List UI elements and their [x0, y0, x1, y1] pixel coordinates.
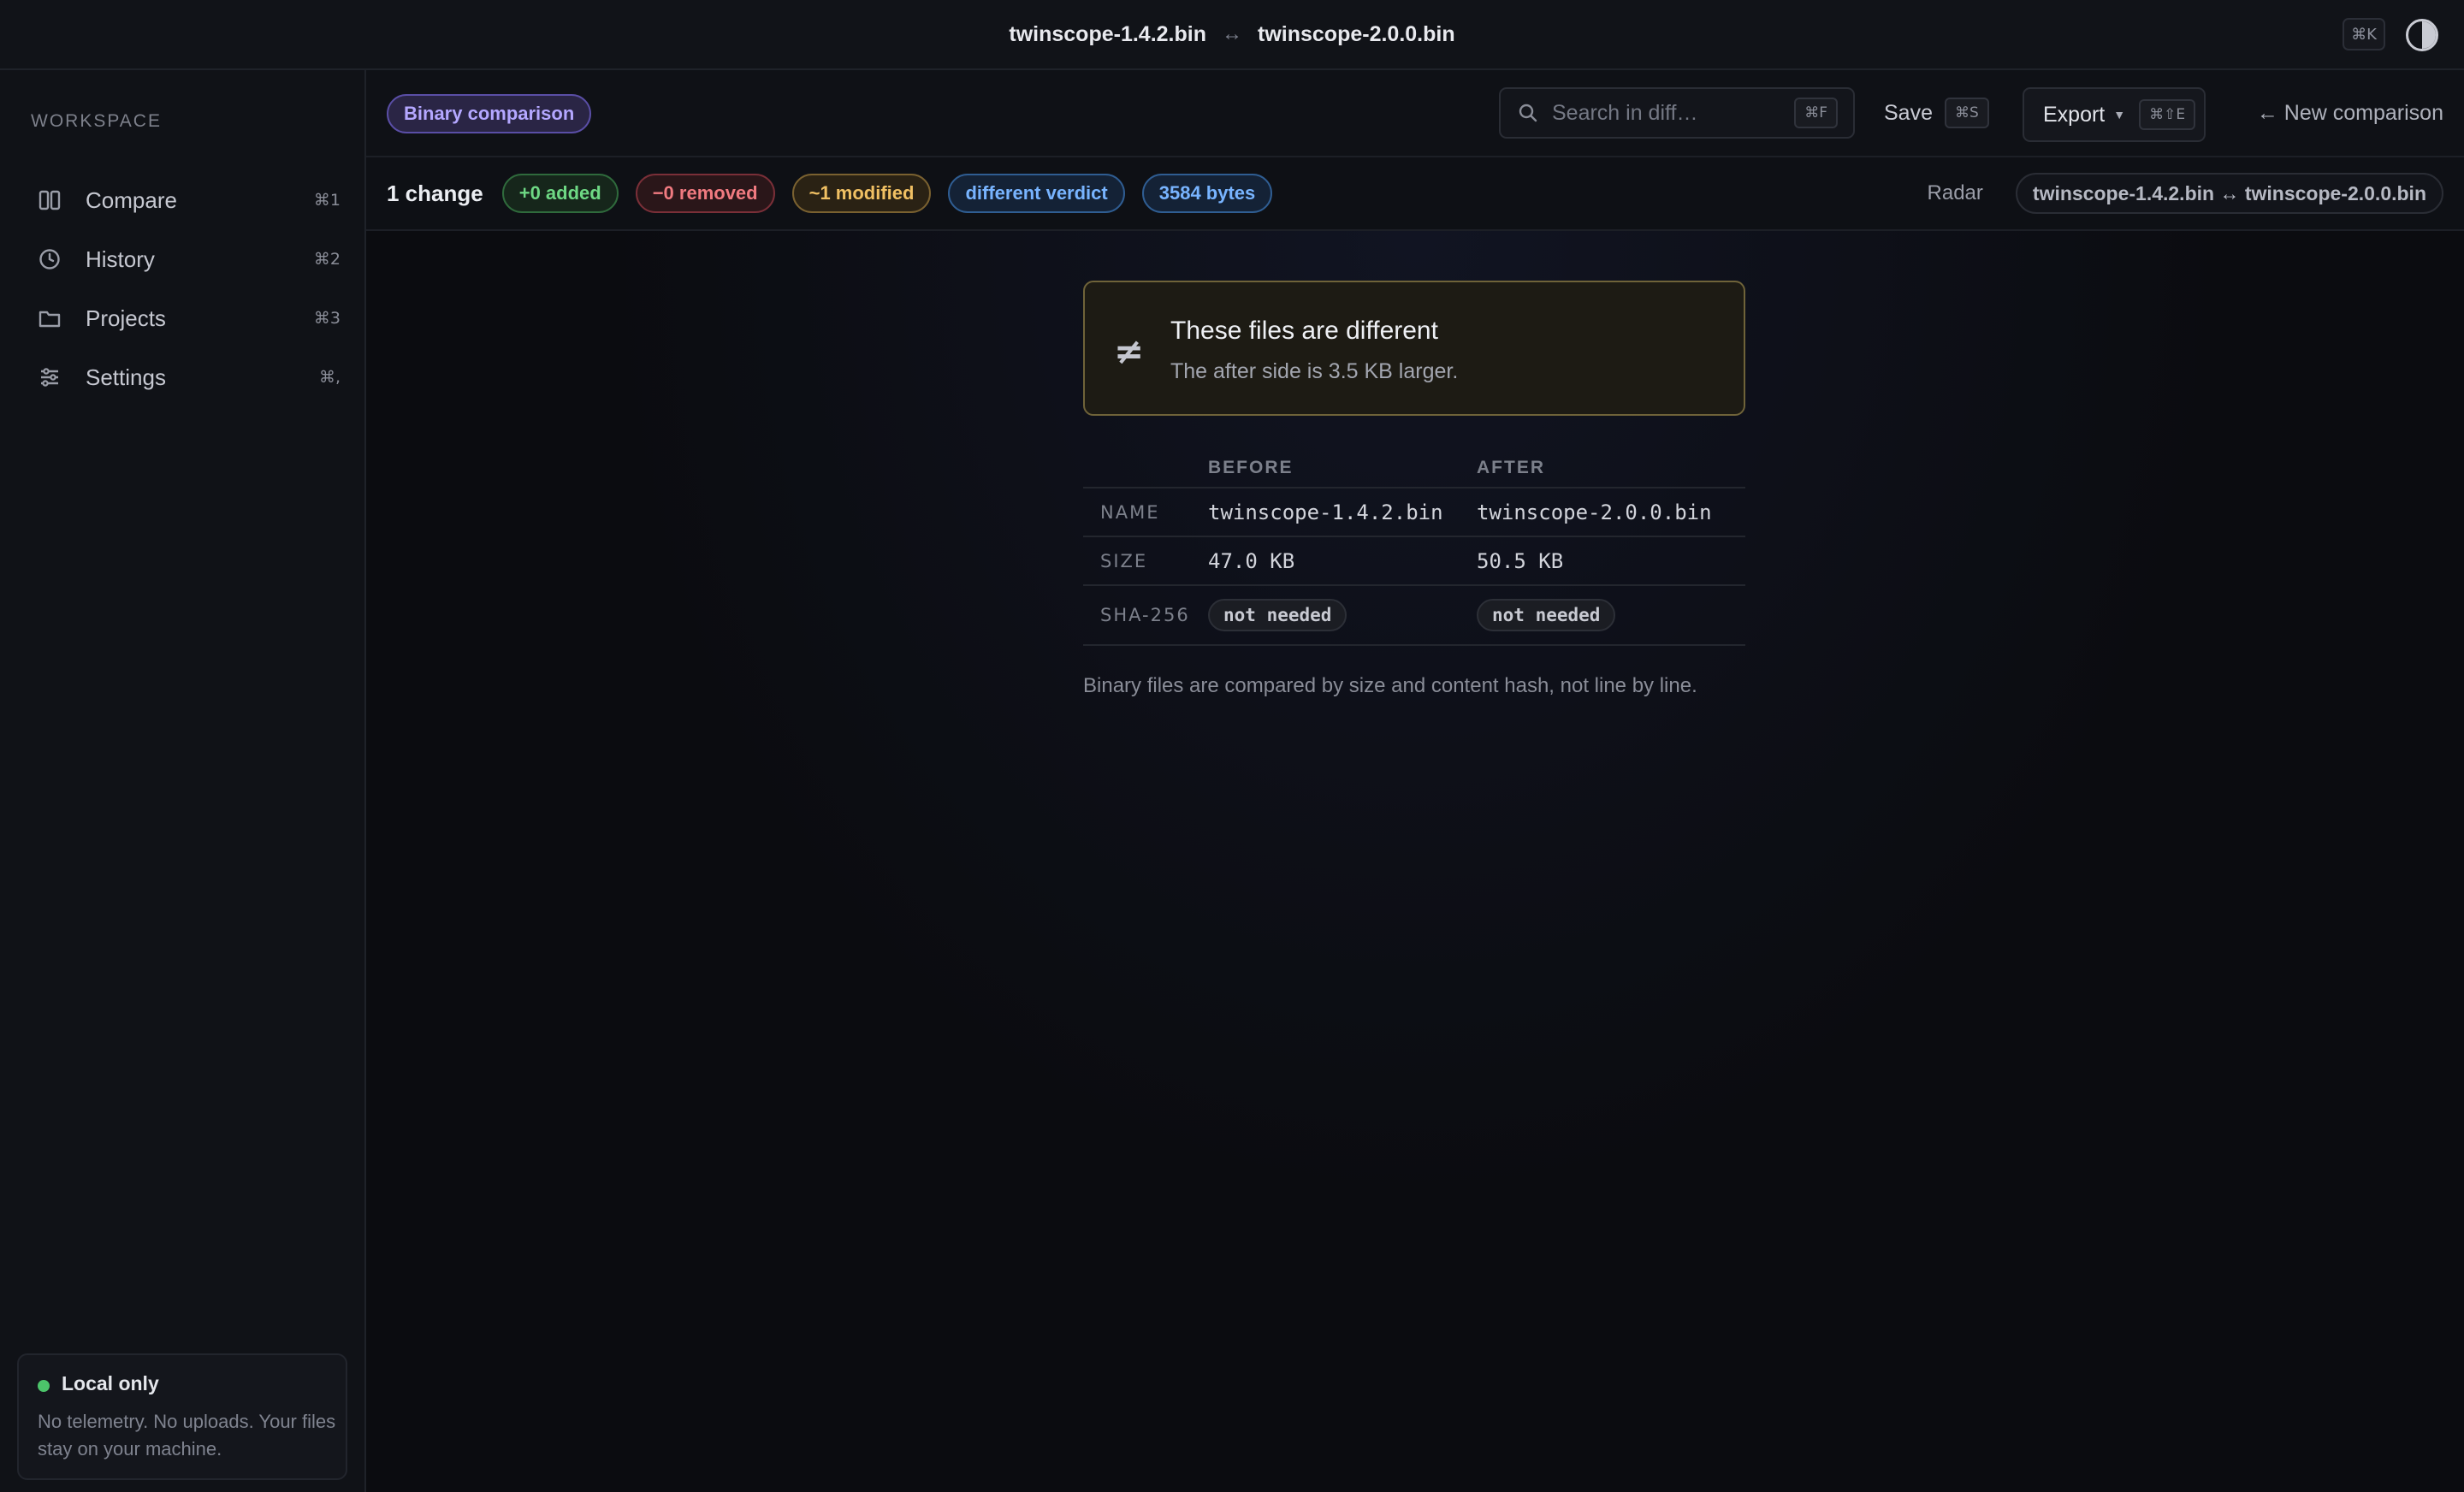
shortcut-hint: ⌘, [318, 368, 341, 387]
before-sha-tag: not needed [1208, 599, 1348, 631]
new-comparison-button[interactable]: ← New comparison [2257, 87, 2443, 139]
export-label: Export [2043, 102, 2106, 127]
shortcut-hint: ⌘S [1944, 98, 1989, 128]
table-row: SIZE 47.0 KB 50.5 KB [1083, 536, 1745, 586]
comparison-mode-badge: Binary comparison [387, 94, 592, 133]
after-sha-cell: not needed [1477, 585, 1745, 646]
folder-icon [33, 306, 67, 330]
after-header: AFTER [1477, 448, 1745, 488]
before-file-title: twinscope-1.4.2.bin [1009, 21, 1206, 46]
table-header-row: BEFORE AFTER [1083, 448, 1745, 488]
added-badge: +0 added [501, 174, 619, 213]
privacy-card-text: No telemetry. No uploads. Your files sta… [38, 1411, 336, 1459]
shortcut-hint: ⌘F [1794, 98, 1838, 128]
sidebar-item-label: Compare [86, 186, 177, 213]
shortcut-hint: ⌘⇧E [2139, 99, 2196, 130]
save-label: Save [1884, 100, 1933, 125]
sidebar-item-label: Projects [86, 305, 166, 331]
sliders-icon [33, 365, 67, 389]
table-row: SHA-256 not needed not needed [1083, 585, 1745, 646]
radar-view-toggle[interactable]: Radar [1928, 181, 1983, 205]
before-size: 47.0 KB [1208, 536, 1477, 586]
title-bar: twinscope-1.4.2.bin ↔ twinscope-2.0.0.bi… [0, 0, 2464, 70]
sidebar-item-compare[interactable]: Compare ⌘1 [24, 176, 341, 224]
stats-bar: 1 change +0 added −0 removed ~1 modified… [366, 157, 2464, 231]
row-label-size: SIZE [1083, 536, 1208, 586]
row-label-sha: SHA-256 [1083, 585, 1208, 646]
verdict-subtitle: The after side is 3.5 KB larger. [1170, 359, 1459, 383]
sidebar: Workspace Compare ⌘1 History ⌘2 Projects… [0, 70, 366, 1492]
after-name: twinscope-2.0.0.bin [1477, 488, 1745, 537]
removed-badge: −0 removed [635, 174, 775, 213]
columns-icon [33, 188, 67, 212]
comparison-content: ≠ These files are different The after si… [366, 231, 2464, 1492]
search-icon [1518, 103, 1538, 123]
caret-down-icon: ▼ [2113, 108, 2126, 121]
sidebar-item-projects[interactable]: Projects ⌘3 [24, 294, 341, 342]
before-name: twinscope-1.4.2.bin [1208, 488, 1477, 537]
sidebar-item-history[interactable]: History ⌘2 [24, 235, 341, 283]
change-count: 1 change [387, 180, 483, 206]
window-title: twinscope-1.4.2.bin ↔ twinscope-2.0.0.bi… [1009, 22, 1454, 47]
shortcut-hint: ⌘2 [313, 250, 341, 269]
shortcut-hint: ⌘3 [313, 309, 341, 328]
status-dot [38, 1380, 50, 1392]
after-size: 50.5 KB [1477, 536, 1745, 586]
before-sha-cell: not needed [1208, 585, 1477, 646]
swap-arrow-icon: ↔ [1222, 22, 1242, 45]
half-circle-icon[interactable] [2406, 19, 2438, 51]
search-input[interactable]: Search in diff… ⌘F [1499, 87, 1855, 139]
sidebar-item-settings[interactable]: Settings ⌘, [24, 353, 341, 401]
after-sha-tag: not needed [1477, 599, 1616, 631]
table-row: NAME twinscope-1.4.2.bin twinscope-2.0.0… [1083, 488, 1745, 537]
privacy-card-title: Local only [62, 1372, 159, 1394]
clock-icon [33, 247, 67, 271]
row-label-name: NAME [1083, 488, 1208, 537]
sidebar-section-label: Workspace [31, 111, 162, 131]
main-toolbar: Binary comparison Search in diff… ⌘F Sav… [366, 70, 2464, 157]
verdict-badge: different verdict [948, 174, 1125, 213]
after-file-title: twinscope-2.0.0.bin [1258, 21, 1455, 46]
empty-header [1083, 448, 1208, 488]
save-button[interactable]: Save ⌘S [1884, 87, 1989, 139]
file-comparison-table: BEFORE AFTER NAME twinscope-1.4.2.bin tw… [1083, 448, 1745, 646]
bytes-badge: 3584 bytes [1141, 174, 1273, 213]
not-equal-icon: ≠ [1114, 330, 1145, 372]
sidebar-item-label: Settings [86, 364, 166, 390]
verdict-card: ≠ These files are different The after si… [1083, 281, 1745, 416]
file-pair-chip: twinscope-1.4.2.bin ↔ twinscope-2.0.0.bi… [2015, 173, 2443, 214]
export-button[interactable]: Export ▼ ⌘⇧E [2023, 87, 2206, 142]
sidebar-item-label: History [86, 246, 155, 272]
modified-badge: ~1 modified [791, 174, 932, 213]
footnote: Binary files are compared by size and co… [1083, 674, 1697, 697]
privacy-card: Local only No telemetry. No uploads. You… [17, 1353, 347, 1480]
command-palette-button[interactable]: ⌘K [2343, 18, 2385, 50]
verdict-title: These files are different [1170, 317, 1438, 345]
before-header: BEFORE [1208, 448, 1477, 488]
shortcut-hint: ⌘1 [313, 191, 341, 210]
search-placeholder: Search in diff… [1552, 100, 1698, 125]
